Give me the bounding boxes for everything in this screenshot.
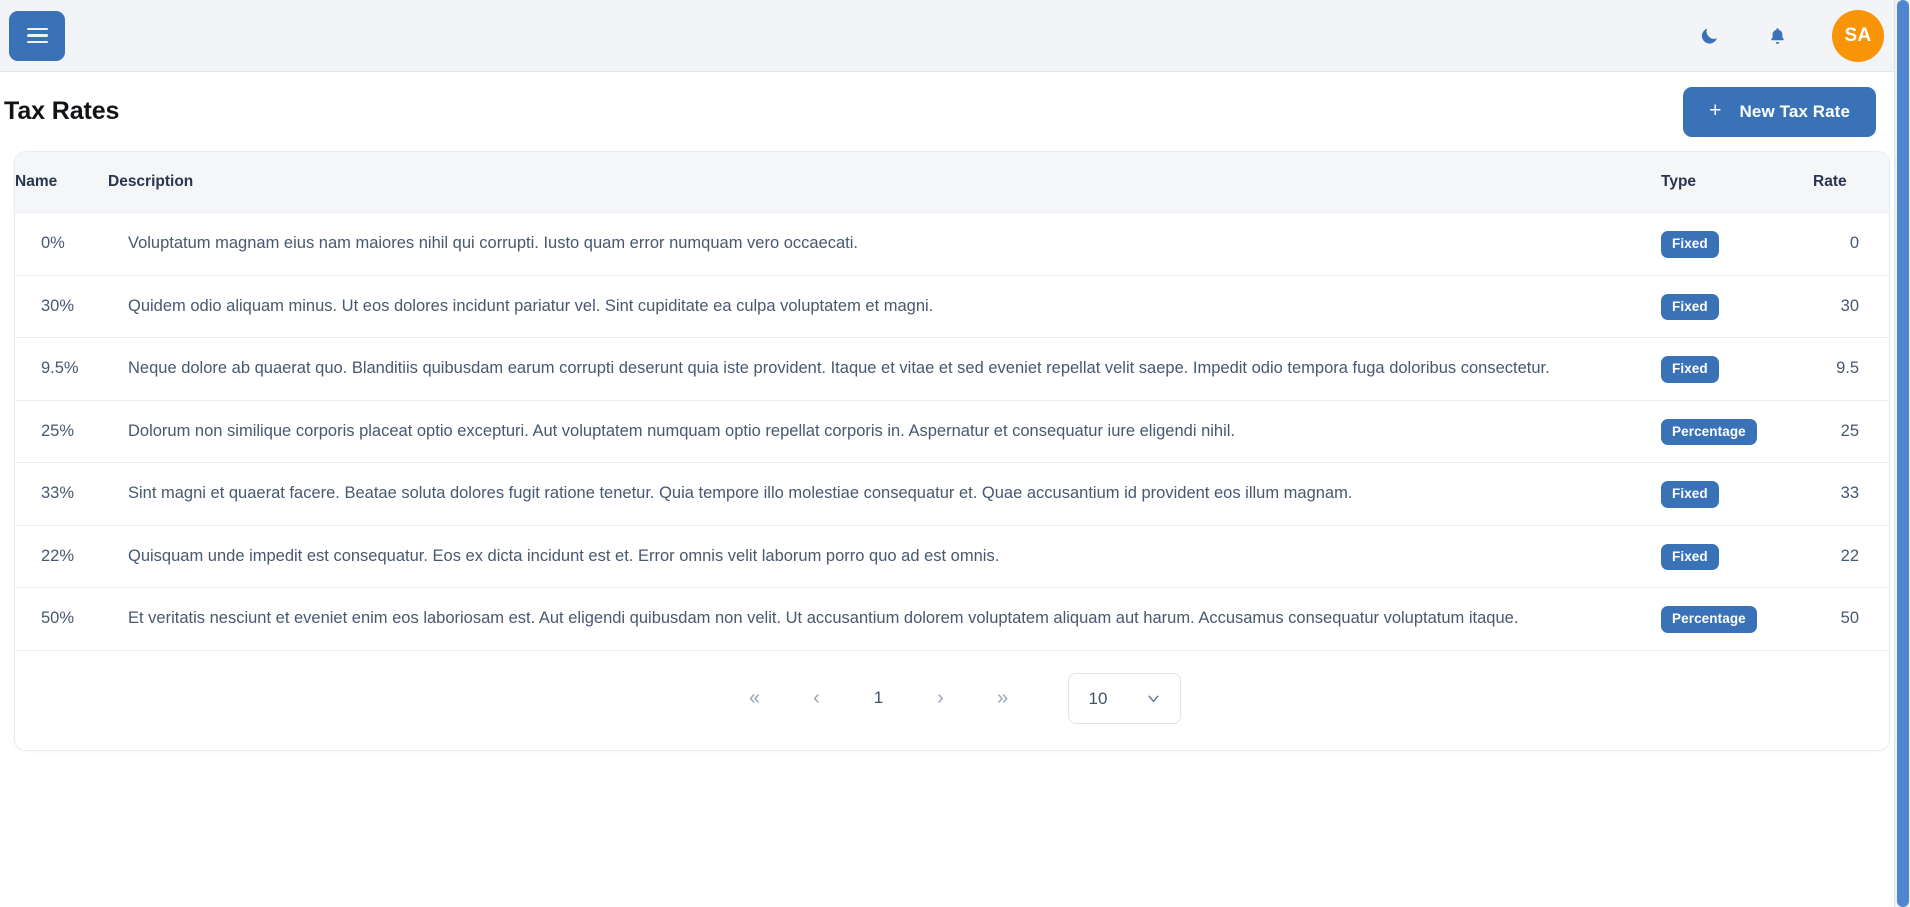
table-row[interactable]: 25% Dolorum non similique corporis placea… bbox=[15, 400, 1889, 463]
column-header-name[interactable]: Name bbox=[15, 152, 108, 213]
cell-description: Quidem odio aliquam minus. Ut eos dolore… bbox=[108, 275, 1661, 338]
cell-rate: 30 bbox=[1813, 275, 1889, 338]
table-row[interactable]: 9.5% Neque dolore ab quaerat quo. Blandit… bbox=[15, 337, 1889, 401]
table-row[interactable]: 50% Et veritatis nesciunt et eveniet enim… bbox=[15, 587, 1889, 651]
cell-rate: 25 bbox=[1813, 400, 1889, 463]
table-row[interactable]: 33% Sint magni et quaerat facere. Beatae … bbox=[15, 462, 1889, 526]
bell-icon bbox=[1770, 27, 1784, 44]
pagination-next-button[interactable]: › bbox=[910, 678, 972, 718]
page-scrollbar-thumb[interactable] bbox=[1897, 0, 1909, 907]
table-row[interactable]: 22% Quisquam unde impedit est consequatur… bbox=[15, 525, 1889, 588]
plus-icon: + bbox=[1709, 99, 1722, 122]
pagination-last-button[interactable]: » bbox=[972, 678, 1034, 718]
theme-toggle-button[interactable] bbox=[1696, 23, 1722, 49]
cell-name: 9.5% bbox=[15, 337, 108, 401]
type-badge: Percentage bbox=[1661, 418, 1757, 445]
tax-rates-card: Name Description Type Rate 0% Voluptatum … bbox=[14, 151, 1890, 751]
type-badge: Fixed bbox=[1661, 356, 1719, 383]
cell-name: 50% bbox=[15, 587, 108, 651]
hamburger-icon bbox=[26, 27, 48, 44]
cell-name: 33% bbox=[15, 462, 108, 526]
cell-name: 30% bbox=[15, 275, 108, 338]
cell-description: Sint magni et quaerat facere. Beatae sol… bbox=[108, 462, 1661, 526]
cell-rate: 0 bbox=[1813, 212, 1889, 276]
cell-type: Percentage bbox=[1661, 400, 1813, 463]
table-body: 0% Voluptatum magnam eius nam maiores nih… bbox=[15, 212, 1889, 651]
cell-description: Et veritatis nesciunt et eveniet enim eo… bbox=[108, 587, 1661, 651]
cell-rate: 33 bbox=[1813, 462, 1889, 526]
table-row[interactable]: 30% Quidem odio aliquam minus. Ut eos dol… bbox=[15, 275, 1889, 338]
cell-name: 25% bbox=[15, 400, 108, 463]
page-size-select[interactable]: 102550100 bbox=[1067, 672, 1181, 724]
notifications-button[interactable] bbox=[1764, 23, 1790, 49]
cell-type: Fixed bbox=[1661, 525, 1813, 588]
user-avatar[interactable]: SA bbox=[1832, 9, 1884, 62]
cell-rate: 22 bbox=[1813, 525, 1889, 588]
pagination-first-button[interactable]: « bbox=[724, 678, 786, 718]
cell-rate: 50 bbox=[1813, 587, 1889, 651]
table-head: Name Description Type Rate bbox=[15, 152, 1889, 213]
topbar: SA bbox=[0, 0, 1910, 72]
cell-type: Fixed bbox=[1661, 462, 1813, 526]
pagination-prev-button[interactable]: ‹ bbox=[786, 678, 848, 718]
cell-name: 22% bbox=[15, 525, 108, 588]
type-badge: Fixed bbox=[1661, 293, 1719, 320]
tax-rates-table: Name Description Type Rate 0% Voluptatum … bbox=[15, 152, 1889, 651]
app-root: SA Tax Rates + New Tax Rate Name Descrip… bbox=[0, 0, 1910, 907]
sidebar-toggle-button[interactable] bbox=[9, 10, 65, 61]
cell-type: Fixed bbox=[1661, 212, 1813, 276]
avatar-initials: SA bbox=[1844, 24, 1872, 46]
cell-type: Percentage bbox=[1661, 587, 1813, 651]
table-row[interactable]: 0% Voluptatum magnam eius nam maiores nih… bbox=[15, 212, 1889, 276]
page-header: Tax Rates + New Tax Rate bbox=[0, 72, 1910, 151]
cell-description: Dolorum non similique corporis placeat o… bbox=[108, 400, 1661, 463]
cell-description: Quisquam unde impedit est consequatur. E… bbox=[108, 525, 1661, 588]
new-tax-rate-button[interactable]: + New Tax Rate bbox=[1683, 86, 1876, 137]
type-badge: Fixed bbox=[1661, 543, 1719, 570]
type-badge: Fixed bbox=[1661, 231, 1719, 258]
type-badge: Fixed bbox=[1661, 481, 1719, 508]
cell-description: Voluptatum magnam eius nam maiores nihil… bbox=[108, 212, 1661, 276]
cell-description: Neque dolore ab quaerat quo. Blanditiis … bbox=[108, 337, 1661, 401]
page-scrollbar[interactable] bbox=[1894, 0, 1910, 907]
column-header-type[interactable]: Type bbox=[1661, 152, 1813, 213]
topbar-actions: SA bbox=[1696, 9, 1884, 62]
page-size-wrapper: 102550100 bbox=[1067, 672, 1181, 724]
cell-type: Fixed bbox=[1661, 337, 1813, 401]
cell-name: 0% bbox=[15, 212, 108, 276]
cell-type: Fixed bbox=[1661, 275, 1813, 338]
page-title: Tax Rates bbox=[4, 97, 120, 125]
cell-rate: 9.5 bbox=[1813, 337, 1889, 401]
pagination: « ‹ 1 › » 102550100 bbox=[15, 650, 1889, 750]
table-header-row: Name Description Type Rate bbox=[15, 152, 1889, 213]
column-header-rate[interactable]: Rate bbox=[1813, 152, 1889, 213]
pagination-page-1[interactable]: 1 bbox=[848, 678, 910, 718]
new-tax-rate-label: New Tax Rate bbox=[1739, 101, 1850, 121]
column-header-description[interactable]: Description bbox=[108, 152, 1661, 213]
type-badge: Percentage bbox=[1661, 606, 1757, 633]
moon-icon bbox=[1701, 28, 1717, 44]
